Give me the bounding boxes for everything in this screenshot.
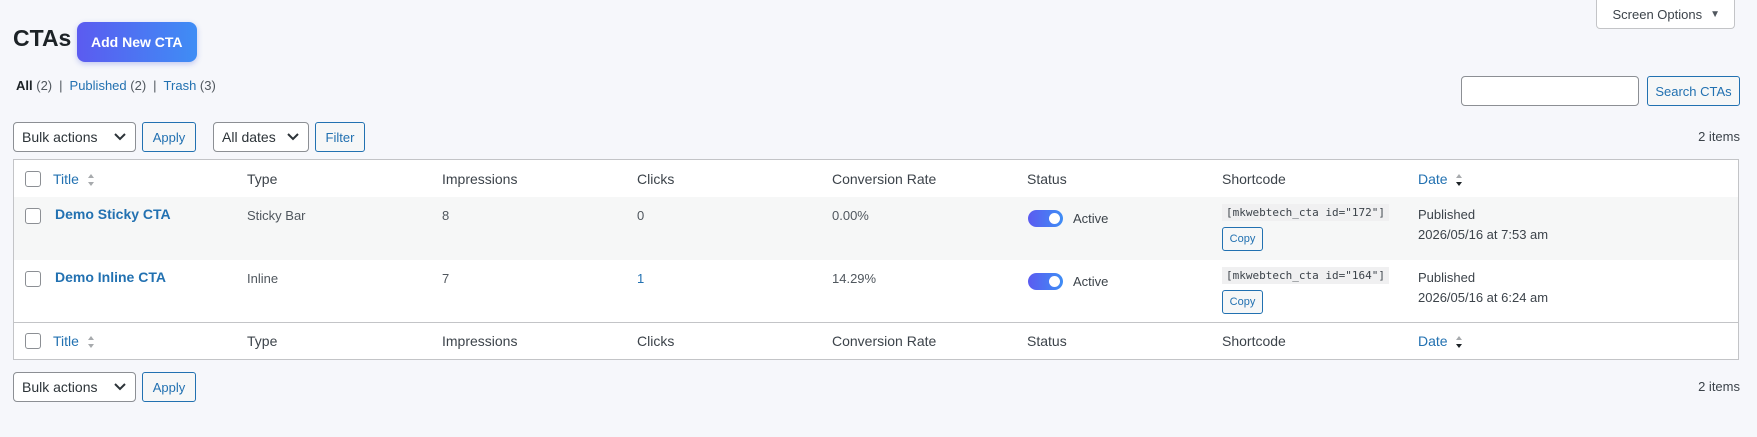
cta-title-link[interactable]: Demo Inline CTA — [55, 269, 166, 285]
cta-impressions: 8 — [442, 208, 450, 223]
apply-button[interactable]: Apply — [142, 122, 196, 152]
chevron-down-icon — [114, 133, 126, 141]
sort-desc-icon — [1456, 174, 1463, 187]
view-separator: | — [153, 78, 157, 93]
column-impressions: Impressions — [442, 333, 518, 349]
table-row: Demo Inline CTA Inline 7 1 14.29% Active… — [14, 260, 1738, 323]
status-toggle[interactable] — [1028, 273, 1063, 290]
page-title: CTAs — [13, 25, 72, 51]
row-checkbox[interactable] — [25, 208, 41, 224]
copy-shortcode-button[interactable]: Copy — [1222, 227, 1263, 251]
cta-conversion-rate: 0.00% — [832, 208, 869, 223]
column-shortcode: Shortcode — [1222, 333, 1286, 349]
column-impressions: Impressions — [442, 171, 518, 187]
date-status: Published — [1418, 270, 1476, 285]
filter-button[interactable]: Filter — [315, 122, 365, 152]
cta-type: Inline — [247, 271, 279, 286]
column-shortcode: Shortcode — [1222, 171, 1286, 187]
date-value: 2026/05/16 at 6:24 am — [1418, 290, 1549, 305]
screen-options-label: Screen Options — [1612, 6, 1703, 22]
apply-button-bottom[interactable]: Apply — [142, 372, 196, 402]
search-ctas-button[interactable]: Search CTAs — [1647, 76, 1740, 106]
cta-table: Title Type Impressions Clicks Conversion… — [13, 159, 1739, 360]
bulk-actions-value: Bulk actions — [22, 379, 98, 395]
items-count: 2 items — [1698, 129, 1740, 144]
view-published[interactable]: Published (2) — [70, 78, 147, 93]
add-new-cta-button[interactable]: Add New CTA — [77, 22, 197, 62]
bulk-actions-select-bottom[interactable]: Bulk actions — [13, 372, 136, 402]
items-count-bottom: 2 items — [1698, 379, 1740, 394]
bulk-actions-value: Bulk actions — [22, 129, 98, 145]
row-checkbox[interactable] — [25, 271, 41, 287]
column-clicks: Clicks — [637, 171, 675, 187]
bulk-actions-select[interactable]: Bulk actions — [13, 122, 136, 152]
cta-impressions: 7 — [442, 271, 450, 286]
sort-icon — [87, 174, 94, 187]
shortcode-text: [mkwebtech_cta id="164"] — [1222, 267, 1389, 284]
screen-options-button[interactable]: Screen Options ▼ — [1596, 0, 1735, 29]
table-footer: Title Type Impressions Clicks Conversion… — [14, 322, 1738, 359]
column-type: Type — [247, 333, 278, 349]
caret-down-icon: ▼ — [1710, 8, 1720, 20]
toggle-knob — [1049, 276, 1060, 287]
column-status: Status — [1027, 171, 1067, 187]
select-all-checkbox[interactable] — [25, 171, 41, 187]
copy-shortcode-button[interactable]: Copy — [1222, 290, 1263, 314]
sort-icon — [87, 336, 94, 349]
status-label: Active — [1073, 274, 1109, 289]
column-title[interactable]: Title — [53, 333, 95, 349]
cta-clicks: 1 — [637, 271, 645, 286]
table-header: Title Type Impressions Clicks Conversion… — [14, 160, 1738, 198]
view-trash[interactable]: Trash (3) — [164, 78, 216, 93]
sort-desc-icon — [1456, 336, 1463, 349]
dates-value: All dates — [222, 129, 276, 145]
cta-clicks: 0 — [637, 208, 645, 223]
column-title[interactable]: Title — [53, 171, 95, 187]
column-conversion-rate: Conversion Rate — [832, 171, 937, 187]
column-date[interactable]: Date — [1418, 333, 1463, 349]
status-toggle[interactable] — [1028, 210, 1063, 227]
select-all-checkbox[interactable] — [25, 333, 41, 349]
dates-select[interactable]: All dates — [213, 122, 309, 152]
table-row: Demo Sticky CTA Sticky Bar 8 0 0.00% Act… — [14, 197, 1738, 260]
cta-title-link[interactable]: Demo Sticky CTA — [55, 206, 171, 222]
column-status: Status — [1027, 333, 1067, 349]
date-status: Published — [1418, 207, 1476, 222]
cta-type: Sticky Bar — [247, 208, 306, 223]
chevron-down-icon — [287, 133, 299, 141]
toggle-knob — [1049, 213, 1060, 224]
view-all[interactable]: All (2) — [16, 78, 52, 93]
column-clicks: Clicks — [637, 333, 675, 349]
column-type: Type — [247, 171, 278, 187]
column-date[interactable]: Date — [1418, 171, 1463, 187]
column-conversion-rate: Conversion Rate — [832, 333, 937, 349]
view-separator: | — [59, 78, 63, 93]
status-views: All (2) | Published (2) | Trash (3) — [16, 78, 216, 93]
search-input[interactable] — [1461, 76, 1639, 106]
shortcode-text: [mkwebtech_cta id="172"] — [1222, 204, 1389, 221]
status-label: Active — [1073, 211, 1109, 226]
cta-conversion-rate: 14.29% — [832, 271, 877, 286]
chevron-down-icon — [114, 383, 126, 391]
date-value: 2026/05/16 at 7:53 am — [1418, 227, 1549, 242]
